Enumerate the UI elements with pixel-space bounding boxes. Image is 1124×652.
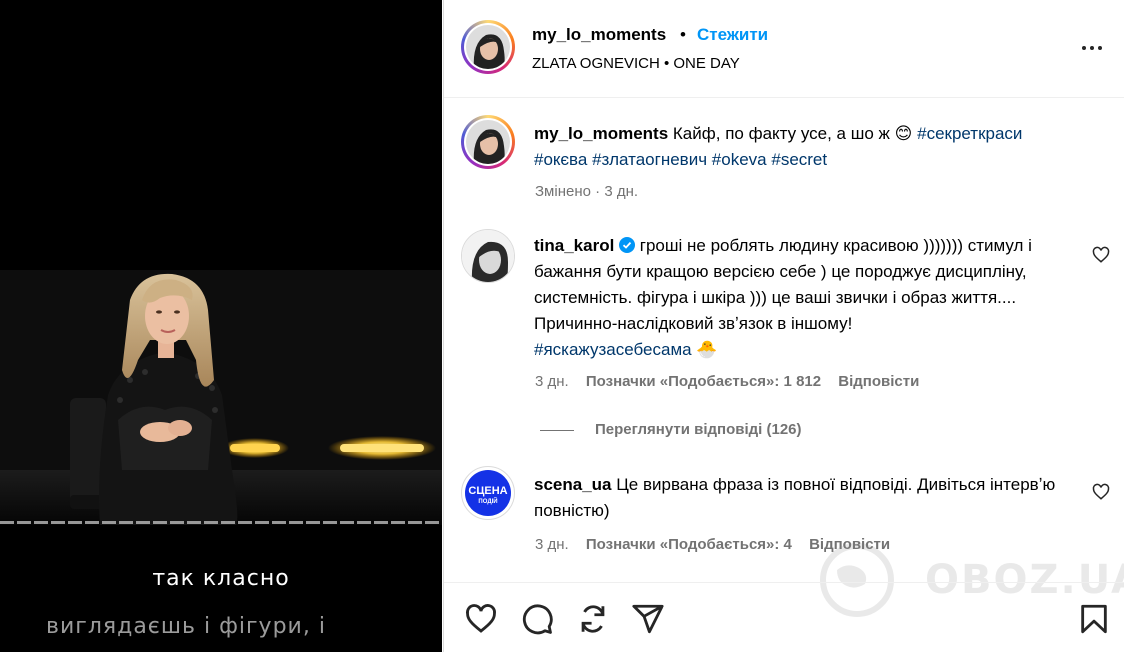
comment-icon[interactable] (520, 602, 554, 636)
scena-ua-logo: СЦЕНА ПОДІЙ (465, 470, 511, 516)
post-details-panel: my_lo_moments • Стежити ZLATA OGNEVICH •… (443, 0, 1124, 652)
follow-button[interactable]: Стежити (697, 25, 768, 45)
heart-icon[interactable] (464, 602, 498, 636)
watermark: OBOZ.UA (807, 540, 1124, 620)
hashtag-link[interactable]: #secret (771, 150, 827, 169)
svg-text:ПОДІЙ: ПОДІЙ (478, 497, 497, 505)
comment-likes-count[interactable]: Позначки «Подобається»: 4 (586, 536, 792, 553)
comment-author-username[interactable]: tina_karol (534, 236, 614, 255)
comment-meta: 3 дн. Позначки «Подобається»: 1 812 Відп… (535, 373, 919, 390)
hashtag-link[interactable]: #окєва (534, 150, 587, 169)
video-frame (0, 0, 442, 652)
view-replies-button[interactable]: Переглянути відповіді (126) (595, 421, 802, 438)
bookmark-icon[interactable] (1077, 602, 1111, 636)
comment-likes-count[interactable]: Позначки «Подобається»: 1 812 (586, 373, 821, 390)
post-author-username[interactable]: my_lo_moments (532, 25, 666, 45)
caption-meta: Змінено · 3 дн. (535, 183, 639, 200)
video-player[interactable]: так класно виглядаєшь і фігури, і (0, 0, 442, 652)
commenter-avatar[interactable]: СЦЕНА ПОДІЙ (461, 466, 515, 520)
video-subtitle-next: виглядаєшь і фігури, і (46, 614, 326, 639)
comment-like-heart-icon[interactable] (1092, 483, 1110, 501)
globe-watermark-icon (820, 543, 894, 617)
caption-author-avatar[interactable] (461, 115, 515, 169)
comment-like-heart-icon[interactable] (1092, 246, 1110, 264)
caption-text: Кайф, по факту усе, а шо ж 😊 (672, 124, 913, 143)
send-icon[interactable] (631, 602, 665, 636)
author-avatar-photo (466, 25, 510, 69)
reply-button[interactable]: Відповісти (838, 373, 919, 390)
actions-divider (444, 582, 1124, 583)
header-separator: • (680, 25, 686, 44)
caption-time[interactable]: 3 дн. (604, 183, 638, 200)
hashtag-link[interactable]: #яскажузасебесама (534, 340, 692, 359)
comment-emoji: 🐣 (696, 340, 718, 359)
replies-divider-line (540, 430, 574, 431)
hashtag-link[interactable]: #секреткраси (917, 124, 1022, 143)
video-subtitle: так класно (152, 566, 290, 591)
svg-text:СЦЕНА: СЦЕНА (468, 485, 507, 497)
post-caption: my_lo_moments Кайф, по факту усе, а шо ж… (534, 121, 1094, 173)
caption-author-avatar-photo (466, 120, 510, 164)
video-progress-bar[interactable] (0, 521, 442, 524)
hashtag-link[interactable]: #златаогневич (592, 150, 707, 169)
comment-time[interactable]: 3 дн. (535, 373, 569, 390)
commenter-avatar[interactable] (461, 229, 515, 283)
hashtag-link[interactable]: #okeva (712, 150, 767, 169)
header-divider (444, 97, 1124, 98)
comment-body: scena_ua Це вирвана фраза із повної відп… (534, 472, 1074, 524)
caption-author-username[interactable]: my_lo_moments (534, 124, 668, 143)
comment-text: Це вирвана фраза із повної відповіді. Ди… (534, 475, 1056, 520)
comment-body: tina_karol гроші не роблять людину краси… (534, 233, 1074, 363)
commenter-avatar-photo (462, 230, 514, 282)
more-horizontal-icon[interactable] (1080, 36, 1104, 60)
edited-label: Змінено (535, 183, 591, 200)
verified-badge-icon (619, 237, 636, 253)
audio-track-link[interactable]: ZLATA OGNEVICH • ONE DAY (532, 55, 740, 72)
author-avatar[interactable] (461, 20, 515, 74)
comment-author-username[interactable]: scena_ua (534, 475, 612, 494)
watermark-text: OBOZ.UA (925, 557, 1124, 603)
share-icon[interactable] (576, 602, 610, 636)
comment-time[interactable]: 3 дн. (535, 536, 569, 553)
